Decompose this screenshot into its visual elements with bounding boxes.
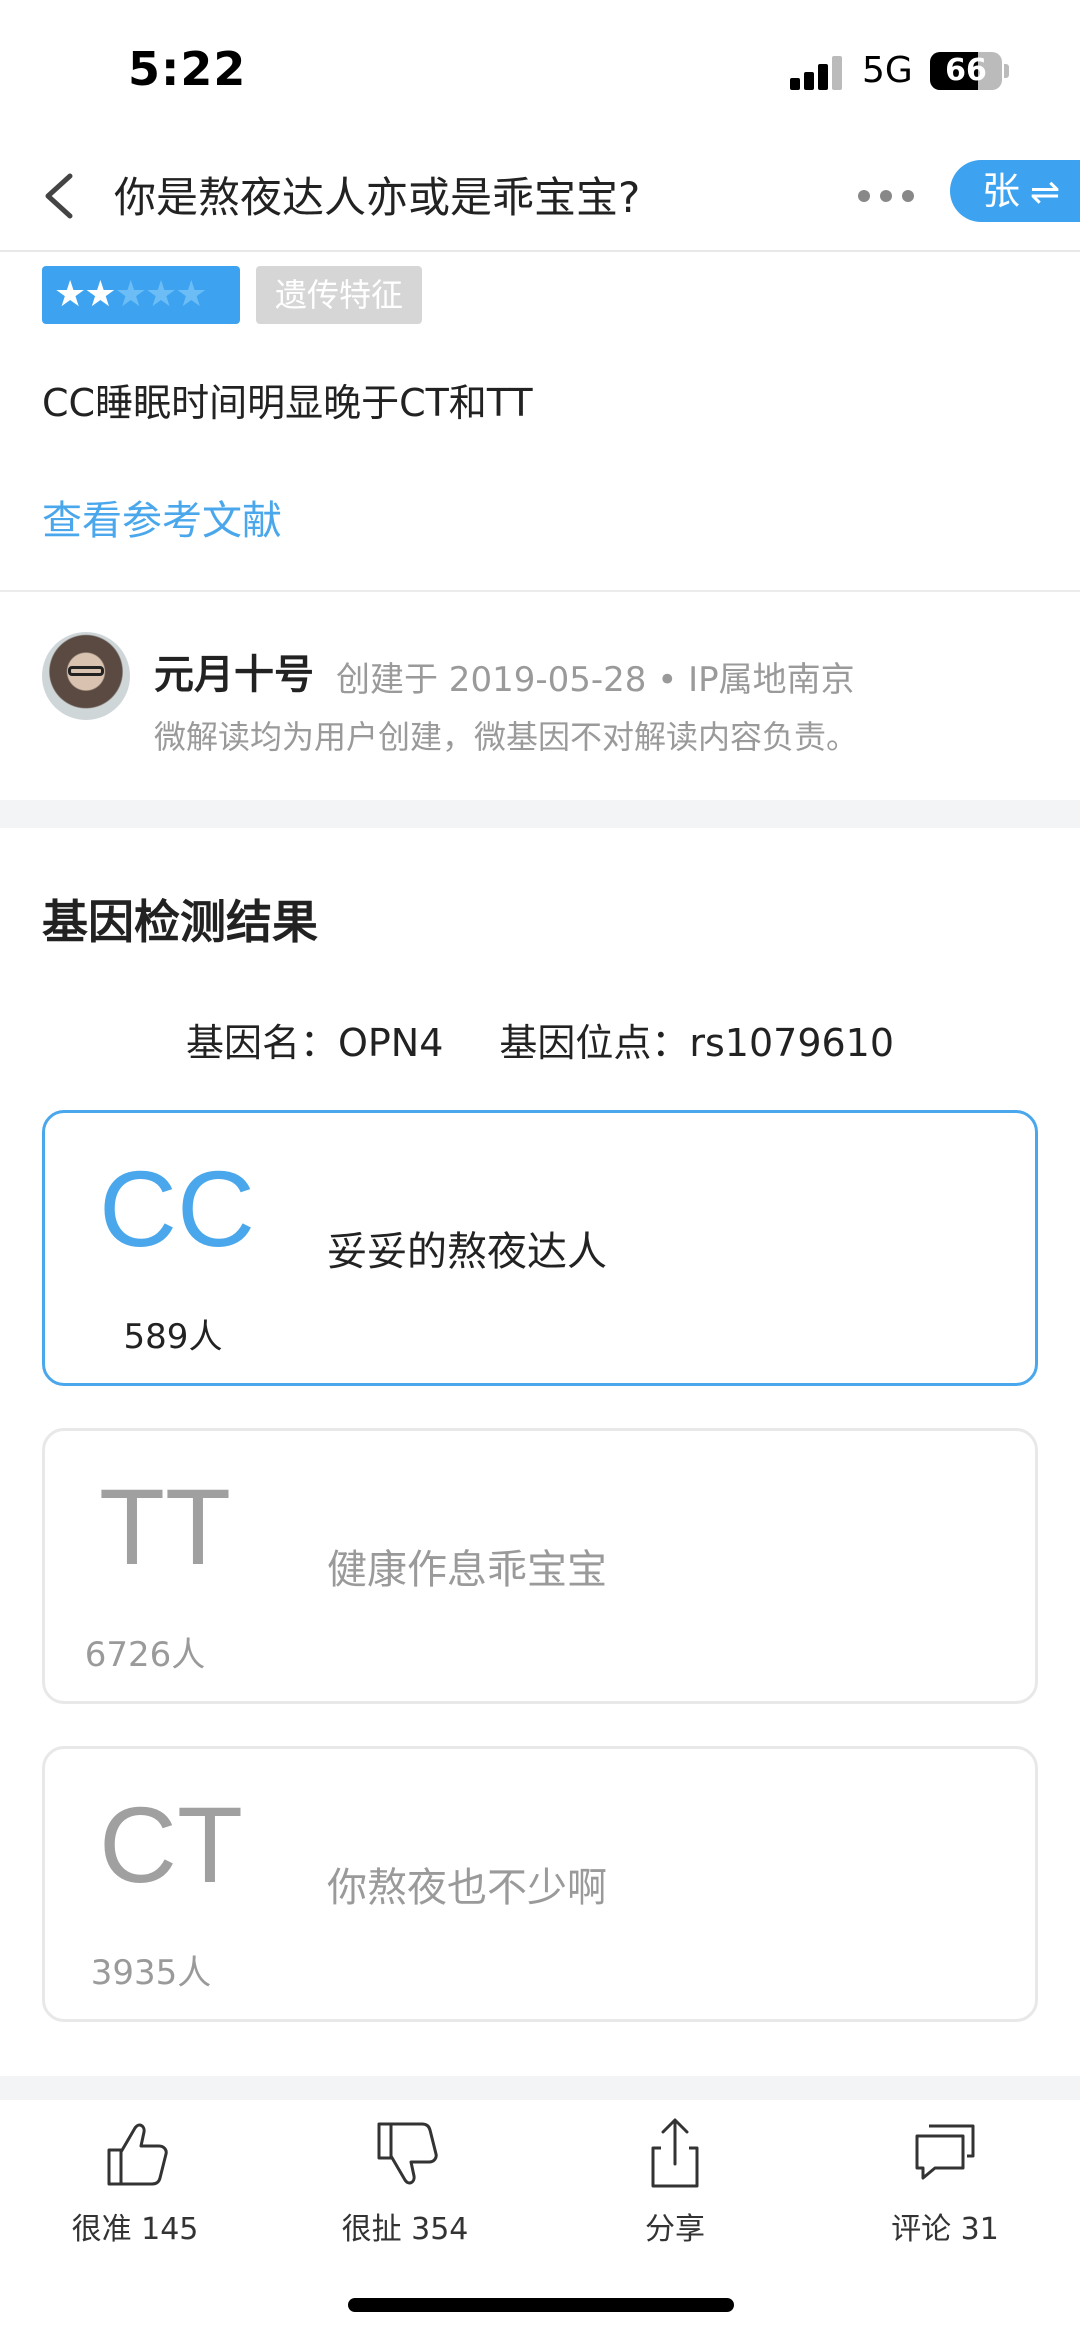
avatar-glasses (68, 666, 104, 676)
thumbs-down-icon (377, 2122, 438, 2185)
back-icon[interactable] (36, 168, 86, 224)
status-time: 5:22 (128, 42, 247, 96)
share-button[interactable]: 分享 (540, 2114, 810, 2248)
reference-link[interactable]: 查看参考文献 (42, 488, 282, 546)
disclaimer: 微解读均为用户创建，微基因不对解读内容负责。 (154, 718, 859, 756)
genotype-label: 妥妥的熬夜达人 (327, 1229, 607, 1275)
genotype-card-tt[interactable]: TT 6726人 健康作息乖宝宝 (42, 1428, 1038, 1704)
category-tag: 遗传特征 (256, 266, 422, 324)
profile-switch-label: 张 (982, 169, 1021, 213)
share-icon (651, 2118, 699, 2188)
battery-icon: 66 (930, 52, 1002, 90)
star-icon: ★ (84, 274, 117, 315)
avatar[interactable] (42, 632, 130, 720)
star-icon: ★ (144, 274, 178, 315)
nonsense-label: 很扯 354 (341, 2212, 469, 2247)
genotype-card-cc[interactable]: CC 589人 妥妥的熬夜达人 (42, 1110, 1038, 1386)
genotype-count: 3935人 (90, 1953, 212, 1993)
gene-locus: 基因位点：rs1079610 (499, 1021, 895, 1065)
section-title: 基因检测结果 (42, 895, 318, 949)
genotype-label: 你熬夜也不少啊 (327, 1865, 607, 1911)
star-icon: ★ (114, 274, 147, 315)
thumbs-up-icon (107, 2123, 168, 2186)
comment-icon (915, 2124, 975, 2180)
genotype-code: TT (99, 1466, 231, 1587)
star-rating: ★★★★★ (42, 266, 240, 324)
genotype-card-ct[interactable]: CT 3935人 你熬夜也不少啊 (42, 1746, 1038, 2022)
page-title: 你是熬夜达人亦或是乖宝宝? (114, 173, 641, 222)
accurate-button[interactable]: 很准 145 (0, 2114, 270, 2248)
gene-name: 基因名：OPN4 (185, 1021, 444, 1065)
divider (0, 590, 1080, 592)
comments-button[interactable]: 评论 31 (810, 2114, 1080, 2248)
status-bar: 5:22 5G 66 (0, 0, 1080, 140)
section-separator (0, 800, 1080, 828)
gene-info: 基因名：OPN4 基因位点：rs1079610 (0, 1012, 1080, 1067)
switch-icon: ⇌ (1030, 172, 1061, 213)
nonsense-button[interactable]: 很扯 354 (270, 2114, 540, 2248)
genotype-code: CT (99, 1784, 243, 1905)
result-description: CC睡眠时间明显晚于CT和TT (42, 381, 533, 425)
home-indicator (348, 2298, 734, 2312)
battery-cap (1004, 64, 1009, 78)
star-icon: ★ (54, 274, 87, 315)
share-label: 分享 (645, 2212, 705, 2247)
comments-label: 评论 31 (891, 2212, 999, 2247)
network-type: 5G (862, 50, 913, 91)
more-icon[interactable] (852, 170, 922, 220)
author-meta: 创建于 2019-05-28 • IP属地南京 (336, 660, 855, 700)
accurate-label: 很准 145 (71, 2212, 199, 2247)
genotype-code: CC (99, 1148, 255, 1269)
author-name[interactable]: 元月十号 (154, 642, 314, 700)
profile-switch-button[interactable]: 张 ⇌ (950, 160, 1080, 222)
genotype-count: 6726人 (84, 1635, 206, 1675)
battery-level: 66 (945, 53, 987, 88)
nav-bar: 你是熬夜达人亦或是乖宝宝? 张 ⇌ (0, 140, 1080, 252)
star-icon: ★ (175, 274, 208, 315)
genotype-count: 589人 (123, 1317, 223, 1357)
genotype-label: 健康作息乖宝宝 (327, 1547, 607, 1593)
section-separator (0, 2076, 1080, 2100)
signal-icon (790, 56, 844, 90)
